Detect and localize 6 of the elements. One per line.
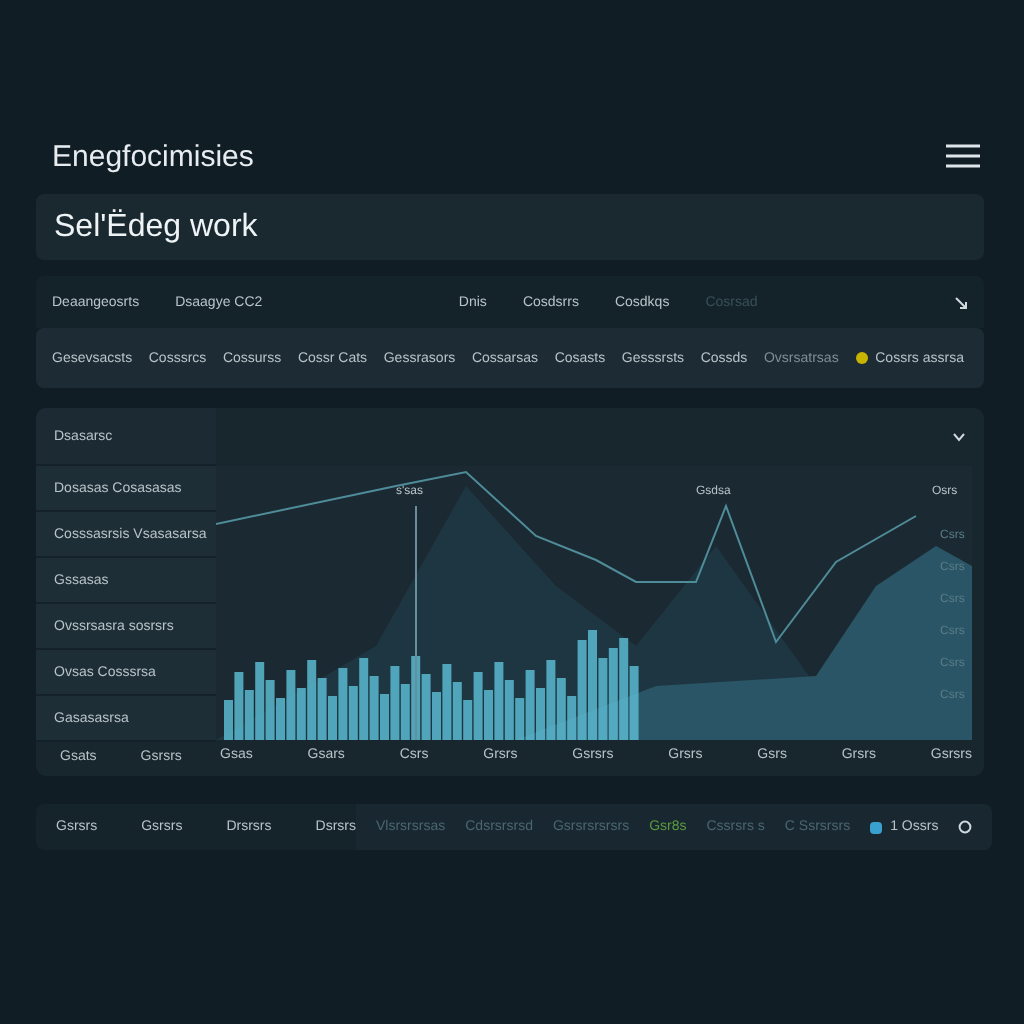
chevron-icon[interactable]	[952, 432, 966, 442]
page-heading: Sel'Ëdeg work	[54, 209, 258, 245]
badge-icon	[870, 821, 883, 833]
app-title: Enegfocimisies	[52, 139, 254, 173]
expand-icon[interactable]	[954, 295, 969, 309]
menu-icon[interactable]	[946, 144, 980, 168]
